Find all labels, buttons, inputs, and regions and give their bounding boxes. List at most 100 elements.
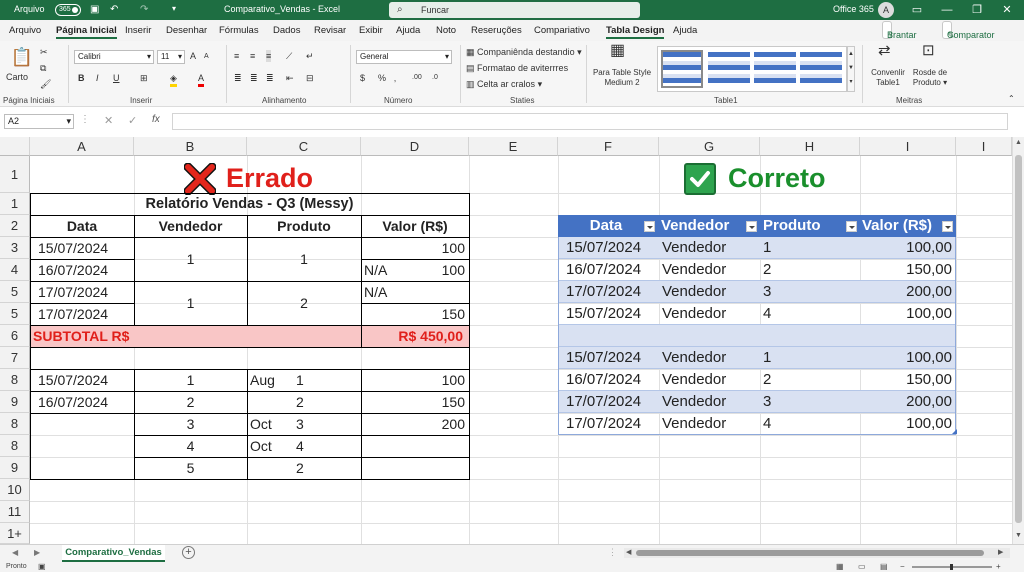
t-vendor[interactable]: Vendedor	[662, 392, 726, 412]
enter-icon[interactable]: ✓	[128, 114, 137, 127]
minimize-icon[interactable]: —	[932, 2, 962, 18]
table-header-valor[interactable]: Valor (R$)	[862, 216, 932, 236]
subtotal-value[interactable]: R$ 450,00	[361, 326, 463, 346]
cancel-icon[interactable]: ✕	[104, 114, 113, 127]
cell-vendor[interactable]: 2	[134, 392, 247, 412]
t-value[interactable]: 100,00	[860, 414, 952, 434]
row-header[interactable]: 4	[0, 259, 30, 281]
number-format-dropdown[interactable]: General ▾	[356, 50, 452, 64]
table-style-icon[interactable]: ▦	[610, 43, 625, 59]
cell-date[interactable]: 15/07/2024	[38, 370, 108, 390]
tab-table-design[interactable]: Tabla Design	[606, 25, 665, 39]
cell-product[interactable]: 2	[296, 458, 304, 478]
tab-ajuda[interactable]: Ajuda	[396, 25, 420, 36]
column-header-b[interactable]: B	[134, 137, 247, 156]
column-header-g[interactable]: G	[659, 137, 760, 156]
t-product[interactable]: 4	[763, 304, 771, 324]
t-vendor[interactable]: Vendedor	[662, 238, 726, 258]
zoom-in-icon[interactable]: +	[996, 562, 1001, 571]
cell-vendor[interactable]: 4	[134, 436, 247, 456]
align-center-icon[interactable]: ≣	[250, 72, 258, 84]
undo-icon[interactable]: ↶	[110, 4, 118, 15]
cell-product[interactable]: 2	[296, 392, 304, 412]
row-header[interactable]: 8	[0, 413, 30, 435]
horizontal-scroll-thumb[interactable]	[636, 550, 984, 556]
sheet-tab-comparativo[interactable]: Comparativo_Vendas	[62, 545, 165, 562]
tab-reserucoes[interactable]: Reseruções	[471, 25, 522, 36]
vertical-scroll-thumb[interactable]	[1015, 155, 1022, 523]
cell-date[interactable]: 17/07/2024	[38, 282, 108, 302]
italic-icon[interactable]: I	[96, 72, 99, 84]
convert-range-icon[interactable]: ⇄	[878, 43, 891, 58]
t-vendor[interactable]: Vendedor	[662, 414, 726, 434]
filter-dropdown-icon[interactable]	[644, 221, 655, 232]
column-header-i-2[interactable]: I	[956, 137, 1012, 156]
indent-icon[interactable]: ⇤	[286, 72, 294, 84]
tab-formulas[interactable]: Fórmulas	[219, 25, 259, 36]
grow-font-icon[interactable]: A	[190, 50, 196, 62]
row-header[interactable]: 8	[0, 369, 30, 391]
tab-compariativo[interactable]: Compariativo	[534, 25, 590, 36]
style-swatch-1[interactable]	[661, 50, 703, 88]
tab-noto[interactable]: Noto	[436, 25, 456, 36]
filter-dropdown-icon[interactable]	[942, 221, 953, 232]
format-as-table-button[interactable]: ▤ Formatao de aviterrres	[466, 62, 568, 74]
cell-product[interactable]: 1	[296, 370, 304, 390]
row-header[interactable]: 7	[0, 347, 30, 369]
cell-date[interactable]: 16/07/2024	[38, 392, 108, 412]
autosave-toggle[interactable]: 365	[55, 4, 81, 16]
add-sheet-icon[interactable]: +	[182, 546, 195, 559]
t-vendor[interactable]: Vendedor	[662, 304, 726, 324]
row-header[interactable]: 2	[0, 215, 30, 237]
share-button[interactable]: ⇪ Brantar	[882, 21, 917, 40]
merged-vendor-cell[interactable]: 1	[134, 293, 247, 313]
cut-icon[interactable]: ✂	[40, 46, 48, 58]
restore-icon[interactable]: ❐	[962, 2, 992, 18]
table-style-gallery[interactable]	[657, 46, 847, 92]
accessibility-icon[interactable]: ▣	[38, 562, 46, 571]
scroll-left-icon[interactable]: ◀	[626, 548, 631, 558]
column-header-f[interactable]: F	[558, 137, 659, 156]
page-layout-icon[interactable]: ▭	[858, 562, 866, 571]
fill-color-icon[interactable]: ◈	[170, 72, 177, 87]
ribbon-display-icon[interactable]: ▭	[902, 2, 932, 18]
format-painter-icon[interactable]: 🖌	[40, 78, 51, 90]
column-header-e[interactable]: E	[469, 137, 558, 156]
redo-icon[interactable]: ↷	[140, 4, 148, 15]
scroll-down-icon[interactable]: ▼	[1015, 532, 1022, 539]
scroll-up-icon[interactable]: ▲	[1015, 139, 1022, 146]
zoom-out-icon[interactable]: −	[900, 562, 905, 571]
cell-value[interactable]: 150	[361, 392, 465, 412]
row-header[interactable]: 10	[0, 479, 30, 501]
align-middle-icon[interactable]: ≡	[250, 50, 255, 62]
gallery-scroll-icon[interactable]: ▲ ▼ ▾	[847, 46, 855, 92]
cell-value[interactable]: 200	[361, 414, 465, 434]
copy-icon[interactable]: ⧉	[40, 62, 46, 74]
t-product[interactable]: 1	[763, 238, 771, 258]
header-data[interactable]: Data	[30, 216, 134, 236]
align-bottom-icon[interactable]: ≡	[266, 50, 272, 62]
row-header[interactable]: 9	[0, 457, 30, 479]
merged-product-cell[interactable]: 2	[247, 293, 361, 313]
filter-dropdown-icon[interactable]	[746, 221, 757, 232]
row-header[interactable]: 8	[0, 435, 30, 457]
wrap-text-icon[interactable]: ↵	[306, 50, 314, 62]
prev-sheet-icon[interactable]: ◀	[12, 548, 18, 557]
tab-arquivo[interactable]: Arquivo	[9, 25, 41, 36]
row-header[interactable]: 9	[0, 391, 30, 413]
insert-function-icon[interactable]: fx	[152, 114, 160, 125]
cell-month[interactable]: Oct	[250, 436, 272, 456]
header-valor[interactable]: Valor (R$)	[361, 216, 469, 236]
t-value[interactable]: 100,00	[860, 348, 952, 368]
t-product[interactable]: 2	[763, 260, 771, 280]
header-produto[interactable]: Produto	[247, 216, 361, 236]
worksheet-grid[interactable]: A B C D E F G H I I 1 1 2 3 4 5 5 6 7 8 …	[0, 137, 1024, 544]
collapse-ribbon-icon[interactable]: ⌃	[1008, 93, 1015, 105]
table-header-vendedor[interactable]: Vendedor	[661, 216, 729, 236]
merged-vendor-cell[interactable]: 1	[134, 249, 247, 269]
resize-table-icon[interactable]: ⊡	[922, 43, 935, 58]
t-date[interactable]: 17/07/2024	[566, 392, 641, 412]
cell-date[interactable]: 15/07/2024	[38, 238, 108, 258]
t-vendor[interactable]: Vendedor	[662, 348, 726, 368]
font-color-icon[interactable]: A	[198, 72, 205, 87]
